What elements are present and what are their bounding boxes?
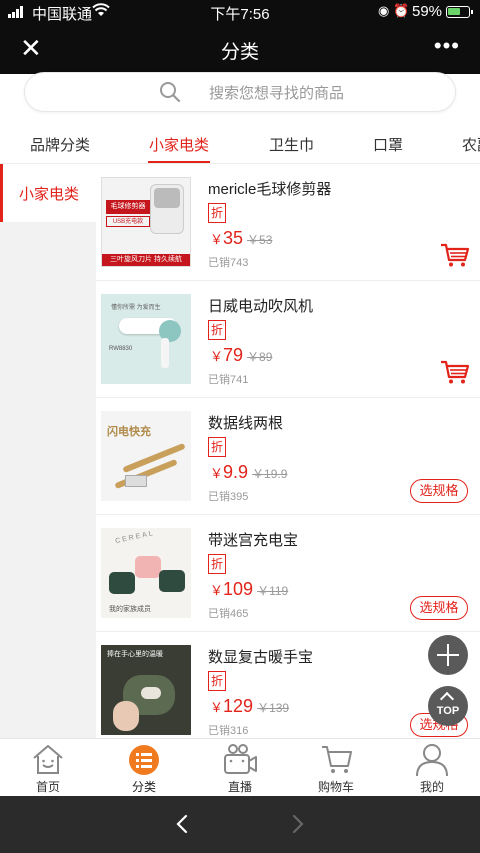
product-price: ￥9.9 ￥19.9 <box>210 462 288 482</box>
tab-farm-products[interactable]: 农副 <box>462 134 480 155</box>
tabbar-label: 购物车 <box>317 780 354 794</box>
product-item[interactable]: 捧在手心里的温暖 数显复古暖手宝 折 ￥129 ￥139 已销316 选规格 <box>96 632 480 738</box>
back-to-top-button[interactable]: TOP <box>428 686 468 726</box>
tab-small-appliances[interactable]: 小家电类 <box>149 134 209 155</box>
product-item[interactable]: CEREAL 我的家族成员 带迷宫充电宝 折 ￥109 ￥119 已销465 选规… <box>96 515 480 632</box>
tabbar-label: 我的 <box>419 780 444 794</box>
video-camera-icon <box>224 744 257 774</box>
product-name: 带迷宫充电宝 <box>208 532 299 549</box>
product-image: 闪电快充 <box>101 411 191 501</box>
tab-masks[interactable]: 口罩 <box>373 134 403 155</box>
sidebar-item-small-appliances[interactable]: 小家电类 <box>0 164 96 222</box>
product-name: 数显复古暖手宝 <box>208 649 314 666</box>
browser-nav-bar <box>0 796 480 853</box>
product-image: 毛球修剪器 USB充电款 三叶旋风刀片 持久续航 <box>101 177 191 267</box>
bottom-tab-bar: 首页 分类 直播 购物车 我的 <box>0 738 480 796</box>
product-name: 数据线两根 <box>208 415 284 432</box>
sold-count: 已销743 <box>208 257 249 269</box>
sold-count: 已销316 <box>208 725 249 737</box>
discount-badge: 折 <box>208 203 226 223</box>
sold-count: 已销465 <box>208 608 249 620</box>
tabbar-label: 直播 <box>227 780 252 794</box>
tabbar-label: 首页 <box>35 780 60 794</box>
tab-brand[interactable]: 品牌分类 <box>30 134 90 155</box>
discount-badge: 折 <box>208 320 226 340</box>
thumb-caption: 毛球修剪器 <box>106 200 150 214</box>
user-icon <box>416 744 448 777</box>
sidebar-item-label: 小家电类 <box>19 186 80 203</box>
product-image: CEREAL 我的家族成员 <box>101 528 191 618</box>
category-tabs: 品牌分类 小家电类 卫生巾 口罩 农副 <box>0 126 480 164</box>
thumb-caption: CEREAL <box>114 529 156 546</box>
add-to-cart-icon[interactable] <box>440 359 470 385</box>
tab-sanitary-pads[interactable]: 卫生巾 <box>269 134 314 155</box>
chevron-up-icon <box>439 691 455 707</box>
back-to-top-label: TOP <box>436 705 460 717</box>
page-title: 分类 <box>220 42 259 63</box>
discount-badge: 折 <box>208 437 226 457</box>
thumb-caption: 我的家族成员 <box>109 606 151 613</box>
product-name: 日威电动吹风机 <box>208 298 314 315</box>
thumb-caption: RW8830 <box>109 346 133 352</box>
product-item[interactable]: 闪电快充 数据线两根 折 ￥9.9 ￥19.9 已销395 选规格 <box>96 398 480 515</box>
thumb-caption: 捧在手心里的温暖 <box>107 651 163 658</box>
forward-arrow-icon[interactable] <box>286 813 308 835</box>
thumb-caption: 三叶旋风刀片 持久续航 <box>102 254 190 266</box>
tabbar-item-cart[interactable]: 购物车 <box>288 739 384 797</box>
select-spec-button[interactable]: 选规格 <box>410 596 468 620</box>
more-options-icon[interactable]: ••• <box>434 33 460 59</box>
sold-count: 已销395 <box>208 491 249 503</box>
product-item[interactable]: 毛球修剪器 USB充电款 三叶旋风刀片 持久续航 mericle毛球修剪器 折 … <box>96 164 480 281</box>
tab-active-indicator <box>148 161 210 163</box>
thumb-caption: 闪电快充 <box>107 426 151 438</box>
search-area: 搜索您想寻找的商品 <box>0 72 480 126</box>
cart-icon <box>322 746 352 773</box>
discount-badge: 折 <box>208 554 226 574</box>
tabbar-item-profile[interactable]: 我的 <box>384 739 480 797</box>
product-price: ￥35 ￥53 <box>210 228 273 248</box>
thumb-caption: USB充电款 <box>106 216 150 227</box>
tabbar-item-live[interactable]: 直播 <box>192 739 288 797</box>
back-arrow-icon[interactable] <box>172 813 194 835</box>
status-bar: 中国联通 下午7:56 ◉ ⏰ 59% <box>0 0 480 24</box>
product-list: 毛球修剪器 USB充电款 三叶旋风刀片 持久续航 mericle毛球修剪器 折 … <box>96 164 480 738</box>
sidebar: 小家电类 <box>0 164 96 738</box>
home-icon <box>33 745 63 774</box>
product-name: mericle毛球修剪器 <box>208 181 332 198</box>
nav-header: ✕ 分类 ••• <box>0 24 480 74</box>
battery-icon <box>446 6 473 18</box>
category-icon <box>129 745 159 775</box>
product-item[interactable]: 懂你所需 为爱而生 RW8830 日威电动吹风机 折 ￥79 ￥89 已销741 <box>96 281 480 398</box>
search-input[interactable]: 搜索您想寻找的商品 <box>24 72 456 112</box>
product-price: ￥109 ￥119 <box>210 579 289 599</box>
battery-percent: 59% <box>412 3 443 20</box>
product-price: ￥129 ￥139 <box>210 696 290 716</box>
discount-badge: 折 <box>208 671 226 691</box>
search-icon <box>160 82 181 103</box>
tabbar-label: 分类 <box>131 780 156 794</box>
rotation-lock-icon: ◉ ⏰ <box>378 3 410 18</box>
product-price: ￥79 ￥89 <box>210 345 273 365</box>
product-image: 捧在手心里的温暖 <box>101 645 191 735</box>
add-to-cart-icon[interactable] <box>440 242 470 268</box>
product-image: 懂你所需 为爱而生 RW8830 <box>101 294 191 384</box>
tabbar-item-home[interactable]: 首页 <box>0 739 96 797</box>
search-placeholder: 搜索您想寻找的商品 <box>209 85 345 102</box>
tabbar-item-category[interactable]: 分类 <box>96 739 192 797</box>
thumb-caption: 懂你所需 为爱而生 <box>111 305 161 311</box>
sold-count: 已销741 <box>208 374 249 386</box>
select-spec-button[interactable]: 选规格 <box>410 479 468 503</box>
add-float-button[interactable] <box>428 635 468 675</box>
